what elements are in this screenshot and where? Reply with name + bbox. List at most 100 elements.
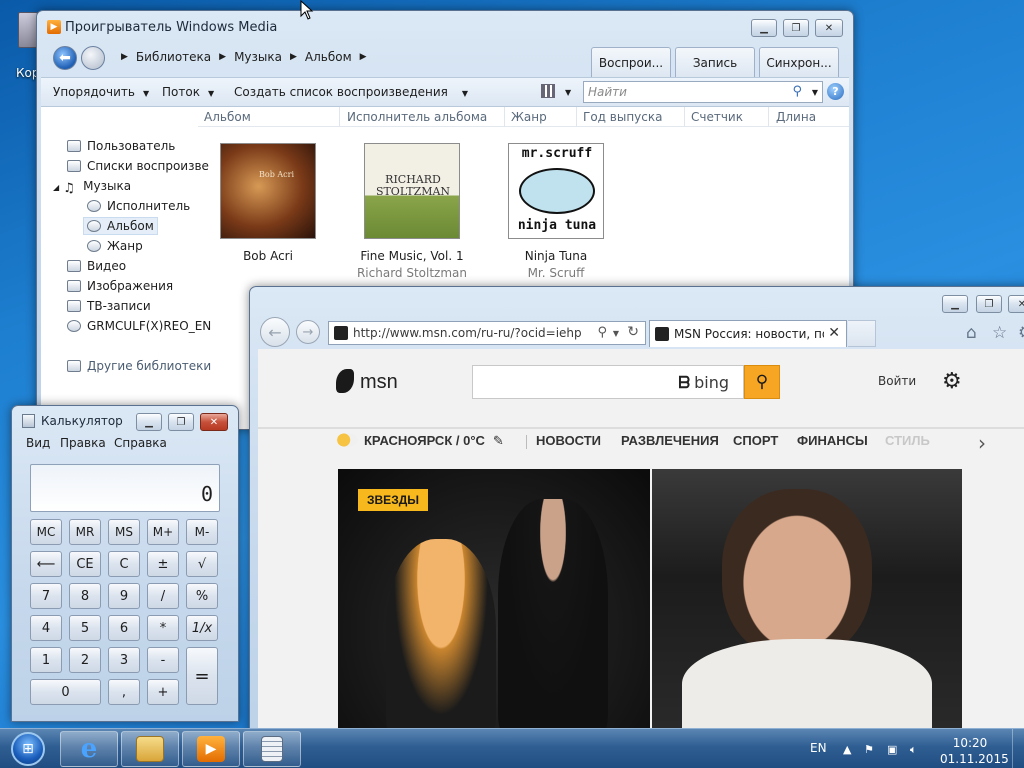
key-6[interactable]: 6 <box>108 615 140 641</box>
maximize-button[interactable]: ❐ <box>976 295 1002 313</box>
key-4[interactable]: 4 <box>30 615 62 641</box>
key-equals[interactable]: = <box>186 647 218 705</box>
album-cover[interactable]: RICHARD STOLTZMAN <box>364 143 460 239</box>
key-ms[interactable]: MS <box>108 519 140 545</box>
search-icon[interactable]: ⚲ <box>597 325 607 340</box>
key-divide[interactable]: / <box>147 583 179 609</box>
key-1[interactable]: 1 <box>30 647 62 673</box>
close-button[interactable]: ✕ <box>200 413 228 431</box>
key-7[interactable]: 7 <box>30 583 62 609</box>
minimize-button[interactable]: ▁ <box>942 295 968 313</box>
featured-story-image[interactable]: ЗВЕЗДЫ <box>338 469 650 737</box>
sign-in-link[interactable]: Войти <box>878 374 916 388</box>
home-icon[interactable]: ⌂ <box>966 323 977 343</box>
key-add[interactable]: + <box>147 679 179 705</box>
search-input[interactable]: Найти ⚲ ▼ <box>583 81 823 103</box>
sidebar-item-tv[interactable]: ТВ-записи <box>67 299 151 313</box>
taskbar-explorer[interactable] <box>121 731 179 767</box>
key-2[interactable]: 2 <box>69 647 101 673</box>
breadcrumb-music[interactable]: Музыка <box>234 50 282 64</box>
weather-link[interactable]: КРАСНОЯРСК / 0°C ✎ <box>336 433 504 449</box>
msn-logo[interactable]: msn <box>336 369 398 394</box>
address-bar[interactable]: http://www.msn.com/ru-ru/?ocid=iehp ⚲ ▼ … <box>328 321 646 345</box>
chevron-right-icon[interactable]: ▶ <box>219 52 226 62</box>
sidebar-item-playlists[interactable]: Списки воспроизве <box>67 159 209 173</box>
key-subtract[interactable]: - <box>147 647 179 673</box>
taskbar-calculator[interactable] <box>243 731 301 767</box>
view-options-arrow-icon[interactable]: ▼ <box>565 88 571 97</box>
show-desktop-button[interactable] <box>1012 729 1024 768</box>
column-length[interactable]: Длина <box>776 110 816 124</box>
key-c[interactable]: C <box>108 551 140 577</box>
nav-entertainment[interactable]: РАЗВЛЕЧЕНИЯ <box>621 433 719 448</box>
volume-muted-icon[interactable]: 🔈︎ <box>910 743 922 756</box>
tools-gear-icon[interactable]: ⚙ <box>1018 323 1024 343</box>
column-album[interactable]: Альбом <box>204 110 251 124</box>
nav-sport[interactable]: СПОРТ <box>733 433 778 448</box>
key-percent[interactable]: % <box>186 583 218 609</box>
stream-menu[interactable]: Поток ▼ <box>162 85 214 99</box>
sidebar-item-video[interactable]: Видео <box>67 259 126 273</box>
new-tab-button[interactable] <box>848 320 876 347</box>
close-button[interactable]: ✕ <box>1008 295 1024 313</box>
chevron-right-icon[interactable]: ▶ <box>360 52 367 62</box>
key-8[interactable]: 8 <box>69 583 101 609</box>
featured-story-image[interactable] <box>652 469 962 737</box>
create-playlist-menu[interactable]: Создать список воспроизведения ▼ <box>234 85 468 99</box>
sidebar-item-album[interactable]: Альбом <box>83 217 158 235</box>
key-plus-minus[interactable]: ± <box>147 551 179 577</box>
key-sqrt[interactable]: √ <box>186 551 218 577</box>
chevron-right-icon[interactable]: › <box>978 431 986 455</box>
key-m-plus[interactable]: M+ <box>147 519 179 545</box>
sidebar-item-artist[interactable]: Исполнитель <box>87 199 190 213</box>
action-center-flag-icon[interactable]: ⚑ <box>864 743 876 756</box>
search-icon[interactable]: ⚲ <box>792 84 802 99</box>
network-icon[interactable]: ▣ <box>887 743 899 756</box>
tab-sync[interactable]: Синхрон... <box>759 47 839 77</box>
search-button[interactable]: ⚲ <box>744 365 780 399</box>
chevron-right-icon[interactable]: ▶ <box>290 52 297 62</box>
settings-gear-icon[interactable]: ⚙ <box>942 369 962 394</box>
tab-msn[interactable]: MSN Россия: новости, пог... ✕ <box>649 320 847 347</box>
category-badge[interactable]: ЗВЕЗДЫ <box>358 489 429 511</box>
desktop-computer-icon[interactable]: Кор <box>0 8 39 80</box>
key-mc[interactable]: MC <box>30 519 62 545</box>
nav-finance[interactable]: ФИНАНСЫ <box>797 433 868 448</box>
sidebar-item-disc[interactable]: GRMCULF(X)REO_EN <box>67 319 211 333</box>
album-tile[interactable]: RICHARD STOLTZMAN Fine Music, Vol. 1 Rich… <box>342 143 482 280</box>
system-clock[interactable]: 10:20 01.11.2015 <box>940 735 1009 767</box>
key-reciprocal[interactable]: 1/x <box>186 615 218 641</box>
column-album-artist[interactable]: Исполнитель альбома <box>347 110 487 124</box>
back-button[interactable]: ⬅ <box>53 46 77 70</box>
forward-button[interactable] <box>81 46 105 70</box>
column-year[interactable]: Год выпуска <box>583 110 662 124</box>
sidebar-item-music[interactable]: ◢ ♫ Музыка <box>53 179 131 196</box>
column-play-count[interactable]: Счетчик <box>691 110 743 124</box>
column-genre[interactable]: Жанр <box>511 110 547 124</box>
sidebar-item-user[interactable]: Пользователь <box>67 139 175 153</box>
collapse-arrow-icon[interactable]: ◢ <box>53 183 59 192</box>
forward-button[interactable]: → <box>296 320 320 344</box>
dropdown-arrow-icon[interactable]: ▼ <box>613 329 619 338</box>
key-3[interactable]: 3 <box>108 647 140 673</box>
help-icon[interactable]: ? <box>827 83 844 100</box>
refresh-icon[interactable]: ↻ <box>627 324 639 340</box>
edit-pencil-icon[interactable]: ✎ <box>493 433 504 448</box>
album-cover[interactable]: mr.scruff ninja tuna <box>508 143 604 239</box>
favorites-icon[interactable]: ☆ <box>992 323 1007 343</box>
organize-menu[interactable]: Упорядочить ▼ <box>53 85 149 99</box>
minimize-button[interactable]: ▁ <box>751 19 777 37</box>
maximize-button[interactable]: ❐ <box>168 413 194 431</box>
view-options-icon[interactable] <box>541 84 555 98</box>
key-multiply[interactable]: * <box>147 615 179 641</box>
sidebar-item-genre[interactable]: Жанр <box>87 239 143 253</box>
taskbar-internet-explorer[interactable]: e <box>60 731 118 767</box>
minimize-button[interactable]: ▁ <box>136 413 162 431</box>
menu-help[interactable]: Справка <box>114 436 167 450</box>
nav-style[interactable]: СТИЛЬ <box>885 433 930 448</box>
breadcrumb-library[interactable]: Библиотека <box>136 50 211 64</box>
close-button[interactable]: ✕ <box>815 19 843 37</box>
language-indicator[interactable]: EN <box>810 741 827 755</box>
breadcrumb-album[interactable]: Альбом <box>305 50 352 64</box>
key-5[interactable]: 5 <box>69 615 101 641</box>
